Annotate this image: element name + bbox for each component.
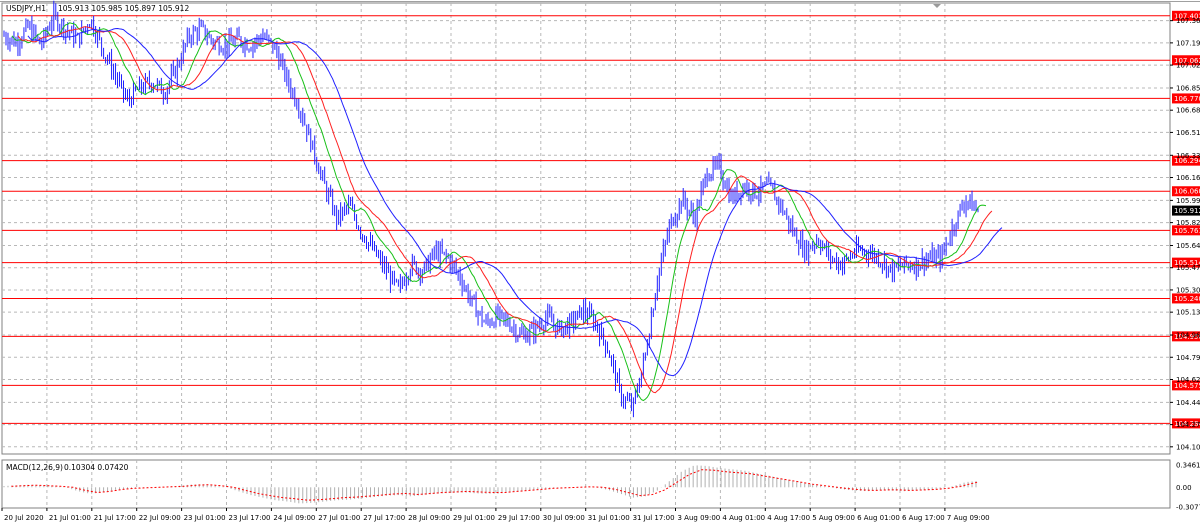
y-tick-label: 106.335 [1176,152,1200,160]
chart-window[interactable]: 107.402107.062106.770106.294106.060105.7… [0,0,1200,525]
x-tick-label: 31 Jul 01:00 [588,514,630,522]
macd-axis-label: 0.00 [1176,484,1192,492]
x-tick-label: 6 Aug 17:00 [902,514,945,522]
x-tick-label: 4 Aug 01:00 [722,514,765,522]
y-tick-label: 105.135 [1176,309,1200,317]
x-tick-label: 23 Jul 17:00 [229,514,271,522]
x-tick-label: 4 Aug 17:00 [767,514,810,522]
y-tick-label: 104.275 [1176,421,1200,429]
level-badge-label: 105.240 [1174,295,1200,303]
x-tick-label: 7 Aug 09:00 [947,514,990,522]
x-tick-label: 21 Jul 01:00 [49,514,91,522]
macd-values: 0.10304 0.07420 [64,463,129,472]
y-tick-label: 105.305 [1176,286,1200,294]
x-tick-label: 28 Jul 09:00 [408,514,450,522]
y-tick-label: 105.820 [1176,219,1200,227]
macd-axis-label: 0.34618 [1176,461,1200,469]
level-badge-label: 106.770 [1174,95,1200,103]
y-tick-label: 106.680 [1176,107,1200,115]
y-tick-label: 106.165 [1176,174,1200,182]
macd-label: MACD(12,26,9) [6,463,63,472]
symbol-label: USDJPY,H1 [6,4,46,13]
y-tick-label: 107.025 [1176,62,1200,70]
y-tick-label: 106.850 [1176,84,1200,92]
x-tick-label: 29 Jul 01:00 [453,514,495,522]
x-tick-label: 27 Jul 01:00 [318,514,360,522]
y-tick-label: 104.620 [1176,376,1200,384]
ohlc-readout: 105.913 105.985 105.897 105.912 [58,4,189,13]
x-tick-label: 31 Jul 17:00 [633,514,675,522]
y-tick-label: 107.195 [1176,39,1200,47]
x-tick-label: 29 Jul 17:00 [498,514,540,522]
y-tick-label: 105.475 [1176,264,1200,272]
x-tick-label: 30 Jul 09:00 [543,514,585,522]
x-tick-label: 20 Jul 2020 [4,514,44,522]
x-tick-label: 5 Aug 09:00 [812,514,855,522]
macd-axis-label: -0.30774 [1176,504,1200,512]
y-tick-label: 106.510 [1176,129,1200,137]
x-tick-label: 21 Jul 17:00 [94,514,136,522]
current-price-label: 105.912 [1174,207,1200,215]
x-tick-label: 24 Jul 09:00 [273,514,315,522]
y-tick-label: 105.990 [1176,197,1200,205]
y-tick-label: 105.645 [1176,242,1200,250]
y-tick-label: 104.960 [1176,332,1200,340]
x-tick-label: 6 Aug 01:00 [857,514,900,522]
x-tick-label: 3 Aug 09:00 [678,514,721,522]
x-tick-label: 22 Jul 09:00 [139,514,181,522]
y-tick-label: 104.445 [1176,399,1200,407]
price-chart[interactable]: 107.402107.062106.770106.294106.060105.7… [0,0,1200,525]
level-badge-label: 106.060 [1174,188,1200,196]
x-tick-label: 27 Jul 17:00 [363,514,405,522]
y-tick-label: 104.105 [1176,443,1200,451]
x-tick-label: 23 Jul 01:00 [184,514,226,522]
level-badge-label: 105.761 [1174,227,1200,235]
y-tick-label: 107.365 [1176,17,1200,25]
y-tick-label: 104.790 [1176,354,1200,362]
